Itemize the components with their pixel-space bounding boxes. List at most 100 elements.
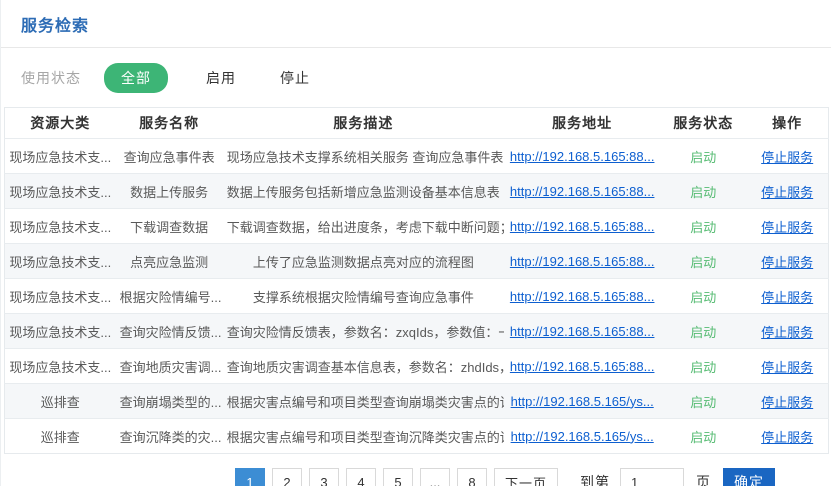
service-url-link[interactable]: http://192.168.5.165:88... — [510, 324, 655, 339]
service-url-link[interactable]: http://192.168.5.165:88... — [510, 359, 655, 374]
cell-service-description: 下载调查数据，给出进度条，考虑下载中断问题；删... — [223, 209, 504, 244]
service-url-link[interactable]: http://192.168.5.165:88... — [510, 219, 655, 234]
stop-service-link[interactable]: 停止服务 — [761, 290, 813, 305]
page-number-button-5[interactable]: 5 — [383, 468, 413, 486]
service-url-link[interactable]: http://192.168.5.165/ys... — [511, 394, 654, 409]
service-status-text: 启动 — [690, 220, 716, 235]
resource-category-text: 巡排查 — [41, 430, 80, 445]
cell-resource-category: 现场应急技术支... — [5, 139, 116, 174]
cell-operation: 停止服务 — [746, 174, 828, 209]
confirm-button[interactable]: 确定 — [723, 468, 775, 486]
stop-service-link[interactable]: 停止服务 — [761, 430, 813, 445]
resource-category-text: 现场应急技术支... — [9, 220, 111, 235]
filter-label: 使用状态 — [21, 68, 81, 88]
cell-service-description: 根据灾害点编号和项目类型查询崩塌类灾害点的详细... — [223, 384, 504, 419]
service-name-text: 数据上传服务 — [130, 185, 208, 200]
service-description-text: 现场应急技术支撑系统相关服务 查询应急事件表 — [227, 150, 504, 165]
service-name-text: 查询灾险情反馈... — [120, 325, 222, 340]
resource-category-text: 现场应急技术支... — [9, 255, 111, 270]
cell-service-description: 现场应急技术支撑系统相关服务 查询应急事件表 — [223, 139, 504, 174]
service-status-text: 启动 — [690, 395, 716, 410]
cell-service-name: 点亮应急监测 — [116, 244, 223, 279]
cell-service-name: 查询灾险情反馈... — [116, 314, 223, 349]
goto-page-suffix: 页 — [696, 472, 710, 486]
cell-service-status: 启动 — [660, 349, 746, 384]
cell-service-description: 数据上传服务包括新增应急监测设备基本信息表（YJB... — [223, 174, 504, 209]
pagination-bar: 12345... 8 下一页 到第 页 确定 — [1, 468, 831, 486]
table-row: 现场应急技术支... 点亮应急监测 上传了应急监测数据点亮对应的流程图 http://… — [5, 244, 829, 279]
service-name-text: 点亮应急监测 — [130, 255, 208, 270]
page-number-button-4[interactable]: 4 — [346, 468, 376, 486]
service-search-page: 服务检索 使用状态 全部 启用 停止 资源大类 服务名称 服务描述 服务地址 服… — [0, 0, 831, 486]
page-title: 服务检索 — [1, 0, 831, 47]
service-url-link[interactable]: http://192.168.5.165:88... — [510, 184, 655, 199]
cell-service-url: http://192.168.5.165:88... — [504, 349, 660, 384]
service-name-text: 查询应急事件表 — [124, 150, 215, 165]
cell-operation: 停止服务 — [746, 209, 828, 244]
cell-operation: 停止服务 — [746, 349, 828, 384]
stop-service-link[interactable]: 停止服务 — [761, 150, 813, 165]
page-number-button-1[interactable]: 1 — [235, 468, 265, 486]
page-number-button-3[interactable]: 3 — [309, 468, 339, 486]
resource-category-text: 现场应急技术支... — [9, 360, 111, 375]
cell-service-url: http://192.168.5.165:88... — [504, 244, 660, 279]
cell-resource-category: 巡排查 — [5, 384, 116, 419]
service-status-text: 启动 — [690, 185, 716, 200]
cell-resource-category: 现场应急技术支... — [5, 314, 116, 349]
table-row: 现场应急技术支... 查询灾险情反馈... 查询灾险情反馈表，参数名：zxqIds，… — [5, 314, 829, 349]
service-url-link[interactable]: http://192.168.5.165/ys... — [511, 429, 654, 444]
service-description-text: 数据上传服务包括新增应急监测设备基本信息表（YJB... — [227, 185, 504, 200]
stop-service-link[interactable]: 停止服务 — [761, 395, 813, 410]
service-description-text: 上传了应急监测数据点亮对应的流程图 — [253, 255, 474, 270]
stop-service-link[interactable]: 停止服务 — [761, 255, 813, 270]
service-description-text: 查询灾险情反馈表，参数名：zxqIds，参数值：一连... — [227, 325, 504, 340]
cell-operation: 停止服务 — [746, 139, 828, 174]
table-row: 现场应急技术支... 查询应急事件表现场应急技术支撑系统相关服务 查询应急事件表 h… — [5, 139, 829, 174]
resource-category-text: 现场应急技术支... — [9, 290, 111, 305]
filter-option-enabled[interactable]: 启用 — [200, 63, 242, 93]
table-row: 现场应急技术支...下载调查数据下载调查数据，给出进度条，考虑下载中断问题；删.… — [5, 209, 829, 244]
table-row: 现场应急技术支... 数据上传服务 数据上传服务包括新增应急监测设备基本信息表（YJ… — [5, 174, 829, 209]
table-header-row: 资源大类 服务名称 服务描述 服务地址 服务状态 操作 — [5, 108, 829, 139]
stop-service-link[interactable]: 停止服务 — [761, 325, 813, 340]
service-url-link[interactable]: http://192.168.5.165:88... — [510, 254, 655, 269]
cell-resource-category: 现场应急技术支... — [5, 279, 116, 314]
cell-service-status: 启动 — [660, 139, 746, 174]
service-name-text: 查询沉降类的灾... — [120, 430, 222, 445]
cell-operation: 停止服务 — [746, 314, 828, 349]
filter-option-stopped[interactable]: 停止 — [274, 63, 316, 93]
service-description-text: 根据灾害点编号和项目类型查询沉降类灾害点的详细... — [227, 430, 504, 445]
table-row: 现场应急技术支... 查询地质灾害调... 查询地质灾害调查基本信息表，参数名：zh… — [5, 349, 829, 384]
cell-service-name: 根据灾险情编号... — [116, 279, 223, 314]
table-row: 巡排查 查询沉降类的灾... 根据灾害点编号和项目类型查询沉降类灾害点的详细... h… — [5, 419, 829, 454]
next-page-button[interactable]: 下一页 — [494, 468, 558, 486]
cell-service-status: 启动 — [660, 314, 746, 349]
cell-service-description: 上传了应急监测数据点亮对应的流程图 — [223, 244, 504, 279]
resource-category-text: 现场应急技术支... — [9, 150, 111, 165]
service-description-text: 根据灾害点编号和项目类型查询崩塌类灾害点的详细... — [227, 395, 504, 410]
cell-resource-category: 巡排查 — [5, 419, 116, 454]
header-service-name: 服务名称 — [116, 108, 223, 139]
table-row: 现场应急技术支...根据灾险情编号...支撑系统根据灾险情编号查询应急事件htt… — [5, 279, 829, 314]
resource-category-text: 现场应急技术支... — [9, 185, 111, 200]
cell-service-name: 查询地质灾害调... — [116, 349, 223, 384]
filter-option-all[interactable]: 全部 — [104, 63, 168, 93]
goto-page-input[interactable] — [620, 468, 684, 486]
page-number-button-2[interactable]: 2 — [272, 468, 302, 486]
service-description-text: 查询地质灾害调查基本信息表，参数名：zhdIds，参... — [227, 360, 504, 375]
goto-page-prefix: 到第 — [580, 472, 610, 486]
cell-operation: 停止服务 — [746, 384, 828, 419]
page-number-button-8[interactable]: 8 — [457, 468, 487, 486]
page-ellipsis-button[interactable]: ... — [420, 468, 450, 486]
stop-service-link[interactable]: 停止服务 — [761, 185, 813, 200]
stop-service-link[interactable]: 停止服务 — [761, 360, 813, 375]
header-service-description: 服务描述 — [223, 108, 504, 139]
service-url-link[interactable]: http://192.168.5.165:88... — [510, 149, 655, 164]
cell-service-url: http://192.168.5.165:88... — [504, 314, 660, 349]
status-filter-bar: 使用状态 全部 启用 停止 — [1, 48, 831, 107]
service-table: 资源大类 服务名称 服务描述 服务地址 服务状态 操作 现场应急技术支...查询… — [4, 107, 829, 454]
cell-service-url: http://192.168.5.165:88... — [504, 174, 660, 209]
header-operation: 操作 — [746, 108, 828, 139]
stop-service-link[interactable]: 停止服务 — [761, 220, 813, 235]
service-url-link[interactable]: http://192.168.5.165:88... — [510, 289, 655, 304]
